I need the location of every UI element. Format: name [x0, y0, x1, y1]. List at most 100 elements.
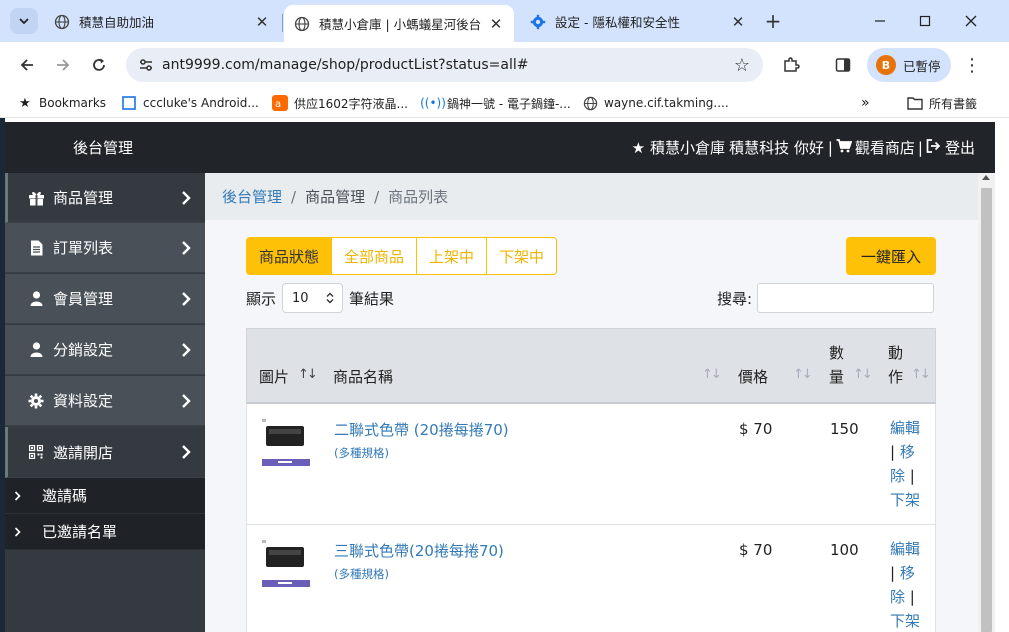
breadcrumb-current: 商品列表 [388, 188, 449, 206]
bookmark-android[interactable]: cccluke's Android... [121, 93, 259, 113]
bookmark-star-icon[interactable]: ☆ [727, 50, 757, 80]
url-text[interactable]: ant9999.com/manage/shop/productList?stat… [162, 57, 727, 73]
breadcrumb-root-link[interactable]: 後台管理 [222, 186, 282, 207]
more-menu-icon[interactable]: ⋮ [961, 53, 983, 77]
sidebar-item-invite-store[interactable]: 邀請開店 [5, 427, 205, 478]
product-spec-link[interactable]: (多種規格) [334, 445, 389, 461]
logout-link[interactable]: 登出 [945, 137, 975, 158]
close-icon[interactable]: ✕ [730, 13, 746, 31]
brand-title[interactable]: 後台管理 [73, 137, 133, 158]
column-header-qty-line1[interactable]: 數 [829, 341, 844, 365]
chevron-right-icon [14, 490, 24, 501]
extensions-icon[interactable] [779, 53, 803, 77]
tab-jihui-fuel[interactable]: 積慧自助加油 ✕ [44, 5, 280, 38]
bookmark-bookmarks[interactable]: ★ Bookmarks [17, 93, 106, 113]
product-qty: 100 [830, 541, 859, 559]
scrollbar-thumb[interactable] [981, 188, 992, 632]
site-navbar: 後台管理 ★ 積慧小倉庫 積慧科技 你好 | 觀看商店 | 登出 [5, 122, 995, 173]
unlist-link[interactable]: 下架 [890, 491, 920, 509]
column-header-qty-line2[interactable]: 量 [829, 365, 844, 389]
bookmark-wayne[interactable]: wayne.cif.takming.... [582, 93, 729, 113]
scroll-up-icon[interactable] [982, 175, 990, 180]
back-button[interactable] [12, 50, 42, 80]
sidebar-item-label: 資料設定 [53, 392, 114, 410]
window-close-button[interactable] [948, 8, 994, 34]
bookmark-label: 所有書籤 [929, 96, 978, 111]
filter-listed-button[interactable]: 上架中 [416, 237, 488, 275]
page-scrollbar[interactable] [978, 173, 995, 632]
remove-link[interactable]: 移 [900, 443, 915, 461]
all-bookmarks-button[interactable]: 所有書籤 [907, 93, 977, 113]
page-length-select[interactable]: 10 [282, 283, 344, 313]
status-label-button[interactable]: 商品狀態 [246, 237, 333, 275]
unlist-link[interactable]: 下架 [890, 612, 920, 630]
edit-link[interactable]: 編輯 [890, 419, 920, 437]
sidebar-item-products[interactable]: 商品管理 [5, 173, 205, 223]
product-spec-link[interactable]: (多種規格) [334, 566, 389, 582]
tab-jihui-warehouse[interactable]: 積慧小倉庫 | 小螞蟻星河後台管 ✕ [284, 5, 514, 42]
sidebar-item-label: 訂單列表 [53, 239, 114, 257]
maximize-button[interactable] [902, 8, 948, 34]
one-click-import-button[interactable]: 一鍵匯入 [846, 237, 936, 275]
product-name-link[interactable]: 三聯式色帶(20捲每捲70) [334, 540, 504, 561]
side-panel-icon[interactable] [831, 53, 855, 77]
column-header-name[interactable]: 商品名稱 [333, 365, 393, 389]
arrow-left-icon [20, 59, 33, 71]
column-header-image[interactable]: 圖片 [259, 365, 289, 389]
remove-link[interactable]: 移 [900, 564, 915, 582]
address-bar[interactable]: ant9999.com/manage/shop/productList?stat… [126, 48, 763, 82]
product-name-link[interactable]: 二聯式色帶 (20捲每捲70) [334, 419, 509, 440]
tab-settings-privacy[interactable]: 設定 - 隱私權和安全性 ✕ [520, 5, 756, 38]
logout-icon [926, 138, 941, 157]
view-shop-link[interactable]: 觀看商店 [855, 137, 915, 158]
sidebar-item-label: 分銷設定 [53, 341, 114, 359]
forward-button[interactable] [48, 50, 78, 80]
star-icon: ★ [19, 95, 31, 111]
sort-icon[interactable]: ↑↓ [793, 367, 813, 382]
filter-unlisted-button[interactable]: 下架中 [486, 237, 558, 275]
bookmarks-overflow-button[interactable]: » [861, 93, 870, 113]
globe-icon [54, 14, 70, 30]
close-icon[interactable]: ✕ [488, 15, 504, 33]
profile-button[interactable]: B 已暫停 [867, 48, 951, 82]
column-header-price[interactable]: 價格 [738, 365, 768, 389]
window-edge [995, 118, 1009, 632]
table-header: 圖片 ↑↓ 商品名稱 ↑↓ 價格 ↑↓ 數 量 ↑↓ 動 作 ↑↓ [246, 328, 936, 404]
bookmark-lcd[interactable]: a 供应1602字符液晶... [272, 93, 408, 113]
search-input[interactable] [757, 283, 935, 313]
sidebar-subitem-invite-code[interactable]: 邀請碼 [5, 478, 205, 514]
chevron-right-icon [179, 393, 193, 408]
reload-button[interactable] [84, 50, 114, 80]
edit-link[interactable]: 編輯 [890, 540, 920, 558]
chevron-right-icon [179, 190, 193, 205]
close-icon[interactable]: ✕ [254, 13, 270, 31]
tab-search-button[interactable] [10, 8, 38, 34]
sidebar-subitem-label: 邀請碼 [42, 487, 88, 505]
separator: | [917, 138, 923, 157]
bookmark-pot[interactable]: ((•)) 鍋神一號 - 電子鍋鐘-... [420, 93, 571, 113]
sort-icon[interactable]: ↑↓ [298, 367, 318, 382]
chevron-right-icon [179, 445, 193, 459]
sidebar-item-orders[interactable]: 訂單列表 [5, 223, 205, 273]
sort-icon[interactable]: ↑↓ [853, 367, 873, 382]
remove-link[interactable]: 除 [890, 588, 905, 606]
sidebar-item-distribution[interactable]: 分銷設定 [5, 325, 205, 375]
sidebar-subitem-invited-list[interactable]: 已邀請名單 [5, 514, 205, 550]
action-separator: | [890, 443, 896, 461]
new-tab-button[interactable]: + [762, 9, 784, 33]
shop-name-link[interactable]: 積慧小倉庫 [650, 137, 725, 158]
folder-icon [907, 95, 923, 111]
sidebar-item-settings[interactable]: 資料設定 [5, 376, 205, 426]
globe-icon [294, 16, 310, 32]
sidebar-item-members[interactable]: 會員管理 [5, 274, 205, 324]
qrcode-icon [27, 443, 45, 461]
remove-link[interactable]: 除 [890, 467, 905, 485]
sort-icon: ↑↓ [911, 367, 931, 382]
minimize-button[interactable] [857, 8, 903, 34]
browser-tab-bar: 積慧自助加油 ✕ 積慧小倉庫 | 小螞蟻星河後台管 ✕ 設定 - 隱私權和安全性… [0, 0, 1009, 42]
filter-all-button[interactable]: 全部商品 [331, 237, 418, 275]
table-search: 搜尋: [717, 283, 935, 313]
sort-icon[interactable]: ↑↓ [702, 367, 722, 382]
site-info-icon[interactable] [136, 55, 156, 75]
page-length-control: 顯示 10 筆結果 [246, 283, 394, 313]
